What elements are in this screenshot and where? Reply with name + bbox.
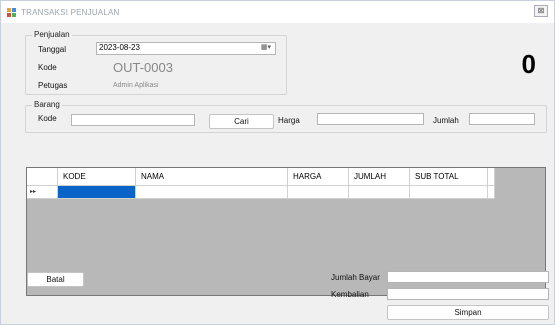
- column-header-filler: [488, 168, 495, 186]
- jumlah-input[interactable]: [469, 113, 535, 125]
- petugas-label: Petugas: [38, 81, 68, 90]
- cell-filler: [488, 186, 495, 199]
- main-window: TRANSAKSI PENJUALAN ⊠ Penjualan Tanggal …: [0, 0, 555, 325]
- calendar-dropdown-icon[interactable]: ▦▾: [261, 43, 271, 53]
- petugas-value: Admin Aplikasi: [113, 82, 159, 89]
- cell-kode[interactable]: [58, 186, 136, 199]
- tanggal-datepicker[interactable]: 2023-08-23 ▦▾: [96, 42, 276, 55]
- cell-harga[interactable]: [288, 186, 349, 199]
- barang-group-label: Barang: [32, 100, 62, 109]
- penjualan-group-label: Penjualan: [32, 30, 72, 39]
- column-header-kode[interactable]: KODE: [58, 168, 136, 186]
- kembalian-label: Kembalian: [331, 290, 369, 299]
- row-header-corner: [27, 168, 58, 186]
- kode-label: Kode: [38, 63, 57, 72]
- harga-input[interactable]: [317, 113, 424, 125]
- kembalian-input[interactable]: [387, 288, 549, 300]
- title-bar: TRANSAKSI PENJUALAN ⊠: [1, 1, 554, 23]
- app-icon: [7, 8, 16, 17]
- column-header-harga[interactable]: HARGA: [288, 168, 349, 186]
- grid-header: KODE NAMA HARGA JUMLAH SUB TOTAL: [27, 168, 495, 186]
- close-button[interactable]: ⊠: [534, 5, 548, 17]
- barang-kode-label: Kode: [38, 114, 57, 123]
- column-header-jumlah[interactable]: JUMLAH: [349, 168, 410, 186]
- column-header-nama[interactable]: NAMA: [136, 168, 288, 186]
- column-header-sub-total[interactable]: SUB TOTAL: [410, 168, 488, 186]
- batal-button[interactable]: Batal: [27, 272, 84, 287]
- cari-button[interactable]: Cari: [209, 114, 274, 129]
- cell-nama[interactable]: [136, 186, 288, 199]
- jumlah-label: Jumlah: [433, 116, 459, 125]
- jumlah-bayar-input[interactable]: [387, 271, 549, 283]
- tanggal-value: 2023-08-23: [99, 43, 140, 52]
- cell-sub-total[interactable]: [410, 186, 488, 199]
- simpan-button[interactable]: Simpan: [387, 305, 549, 320]
- cell-jumlah[interactable]: [349, 186, 410, 199]
- harga-label: Harga: [278, 116, 300, 125]
- kode-value: OUT-0003: [113, 60, 173, 75]
- jumlah-bayar-label: Jumlah Bayar: [331, 273, 380, 282]
- window-title: TRANSAKSI PENJUALAN: [21, 8, 120, 17]
- row-marker-icon[interactable]: ▸▸: [27, 186, 58, 199]
- tanggal-label: Tanggal: [38, 45, 67, 54]
- grand-total: 0: [521, 49, 536, 79]
- table-row[interactable]: ▸▸: [27, 186, 495, 199]
- barang-kode-input[interactable]: [71, 114, 195, 126]
